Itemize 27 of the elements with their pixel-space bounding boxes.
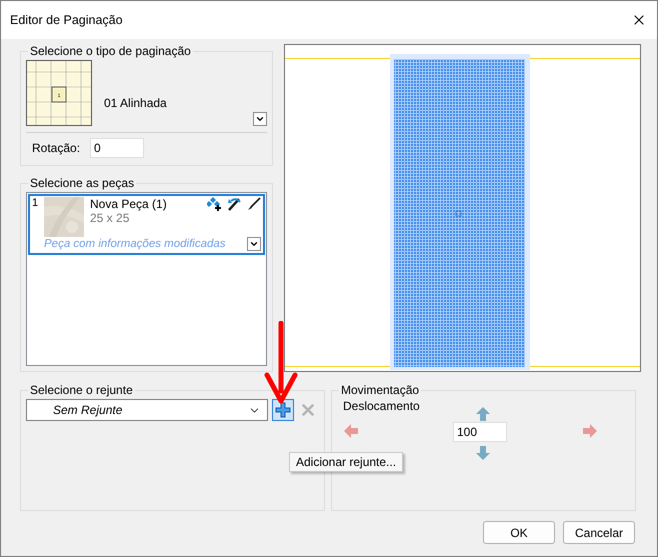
brush-icon[interactable] [247,197,261,211]
group-legend: Selecione o rejunte [28,383,135,397]
piece-note: Peça com informações modificadas [44,238,226,250]
caret-icon [255,114,265,124]
brush-undo-icon[interactable] [227,197,243,211]
offset-field[interactable]: 100 [453,422,507,442]
pattern-name: 01 Alinhada [104,96,168,110]
offset-label: Deslocamento [343,399,420,413]
caret-icon [249,239,259,249]
dropdown-button[interactable] [247,237,261,251]
piece-index: 1 [32,197,40,211]
piece-name: Nova Peça (1) [90,197,167,211]
dropdown-button[interactable] [253,112,267,126]
rotation-field[interactable]: 0 [90,138,144,158]
dialog-button[interactable]: OK [483,521,555,544]
group-legend: Selecione o tipo de paginação [28,44,193,58]
add-button[interactable] [272,399,294,421]
move-add-icon[interactable] [207,197,223,211]
window-title: Editor de Paginação [10,13,123,27]
piece-size: 25 x 25 [90,211,130,225]
tooltip: Adicionar rejunte... [289,452,404,472]
group-legend: Movimentação [339,383,422,397]
rotation-label: Rotação: [32,141,80,155]
group-legend: Selecione as peças [28,176,136,190]
grout-select[interactable]: Sem Rejunte [26,399,268,421]
dialog-button[interactable]: Cancelar [563,521,635,544]
piece-item[interactable]: 1 Nova Peça (1) 25 x 25 Peça com informações modificadas [28,194,265,255]
